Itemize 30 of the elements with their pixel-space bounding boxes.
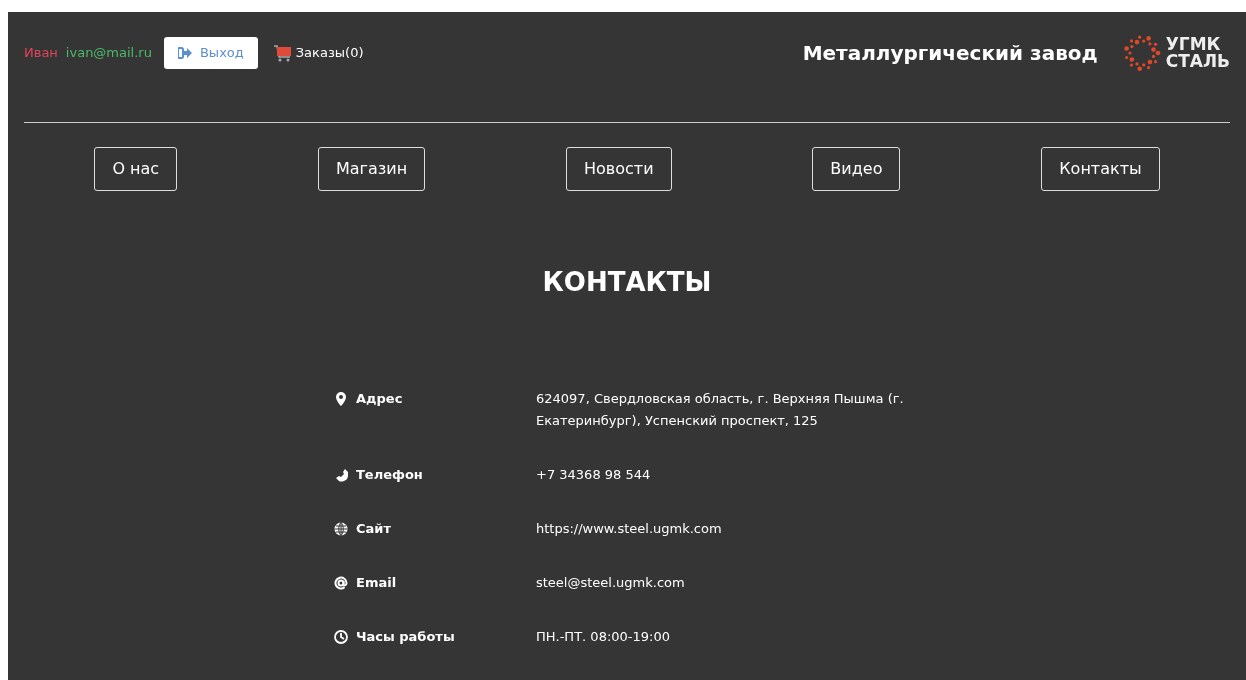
logo-text: УГМК bbox=[1165, 36, 1222, 53]
cart-icon bbox=[273, 44, 292, 62]
logo-icon bbox=[1121, 33, 1162, 73]
contact-label: Email bbox=[356, 574, 397, 592]
contact-value: https://www.steel.ugmk.com bbox=[536, 520, 723, 538]
user-email: ivan@mail.ru bbox=[65, 44, 152, 63]
phone-icon bbox=[334, 468, 348, 482]
nav-button[interactable]: Контакты bbox=[1041, 147, 1160, 191]
user-name: Иван bbox=[24, 44, 58, 63]
clock-icon bbox=[334, 630, 348, 644]
logout-icon bbox=[177, 47, 192, 59]
nav-button[interactable]: Новости bbox=[565, 147, 672, 191]
contact-value: ПН.-ПТ. 08:00-19:00 bbox=[536, 628, 671, 646]
contact-value: +7 34368 98 544 bbox=[536, 466, 652, 484]
contact-label: Телефон bbox=[356, 466, 423, 484]
nav-button[interactable]: Видео bbox=[812, 147, 901, 191]
orders-link[interactable]: Заказы(0) bbox=[273, 43, 364, 63]
site-title: Металлургический завод bbox=[802, 40, 1098, 67]
page-title: КОНТАКТЫ bbox=[541, 266, 713, 299]
contact-label: Сайт bbox=[356, 520, 391, 538]
contact-label: Часы работы bbox=[356, 628, 455, 646]
at-sign-icon bbox=[334, 576, 348, 590]
globe-icon bbox=[334, 522, 348, 536]
nav-button[interactable]: Магазин bbox=[317, 147, 426, 191]
nav-button[interactable]: О нас bbox=[94, 147, 178, 191]
contact-value: 624097, Свердловская область, г. Верхняя Пышма (г. Екатеринбург), Успенский проспект, 125 bbox=[536, 390, 905, 430]
map-pin-icon bbox=[334, 392, 348, 406]
contact-value: steel@steel.ugmk.com bbox=[536, 574, 686, 592]
logo-text: СТАЛЬ bbox=[1165, 53, 1230, 70]
contact-label: Адрес bbox=[356, 390, 403, 408]
